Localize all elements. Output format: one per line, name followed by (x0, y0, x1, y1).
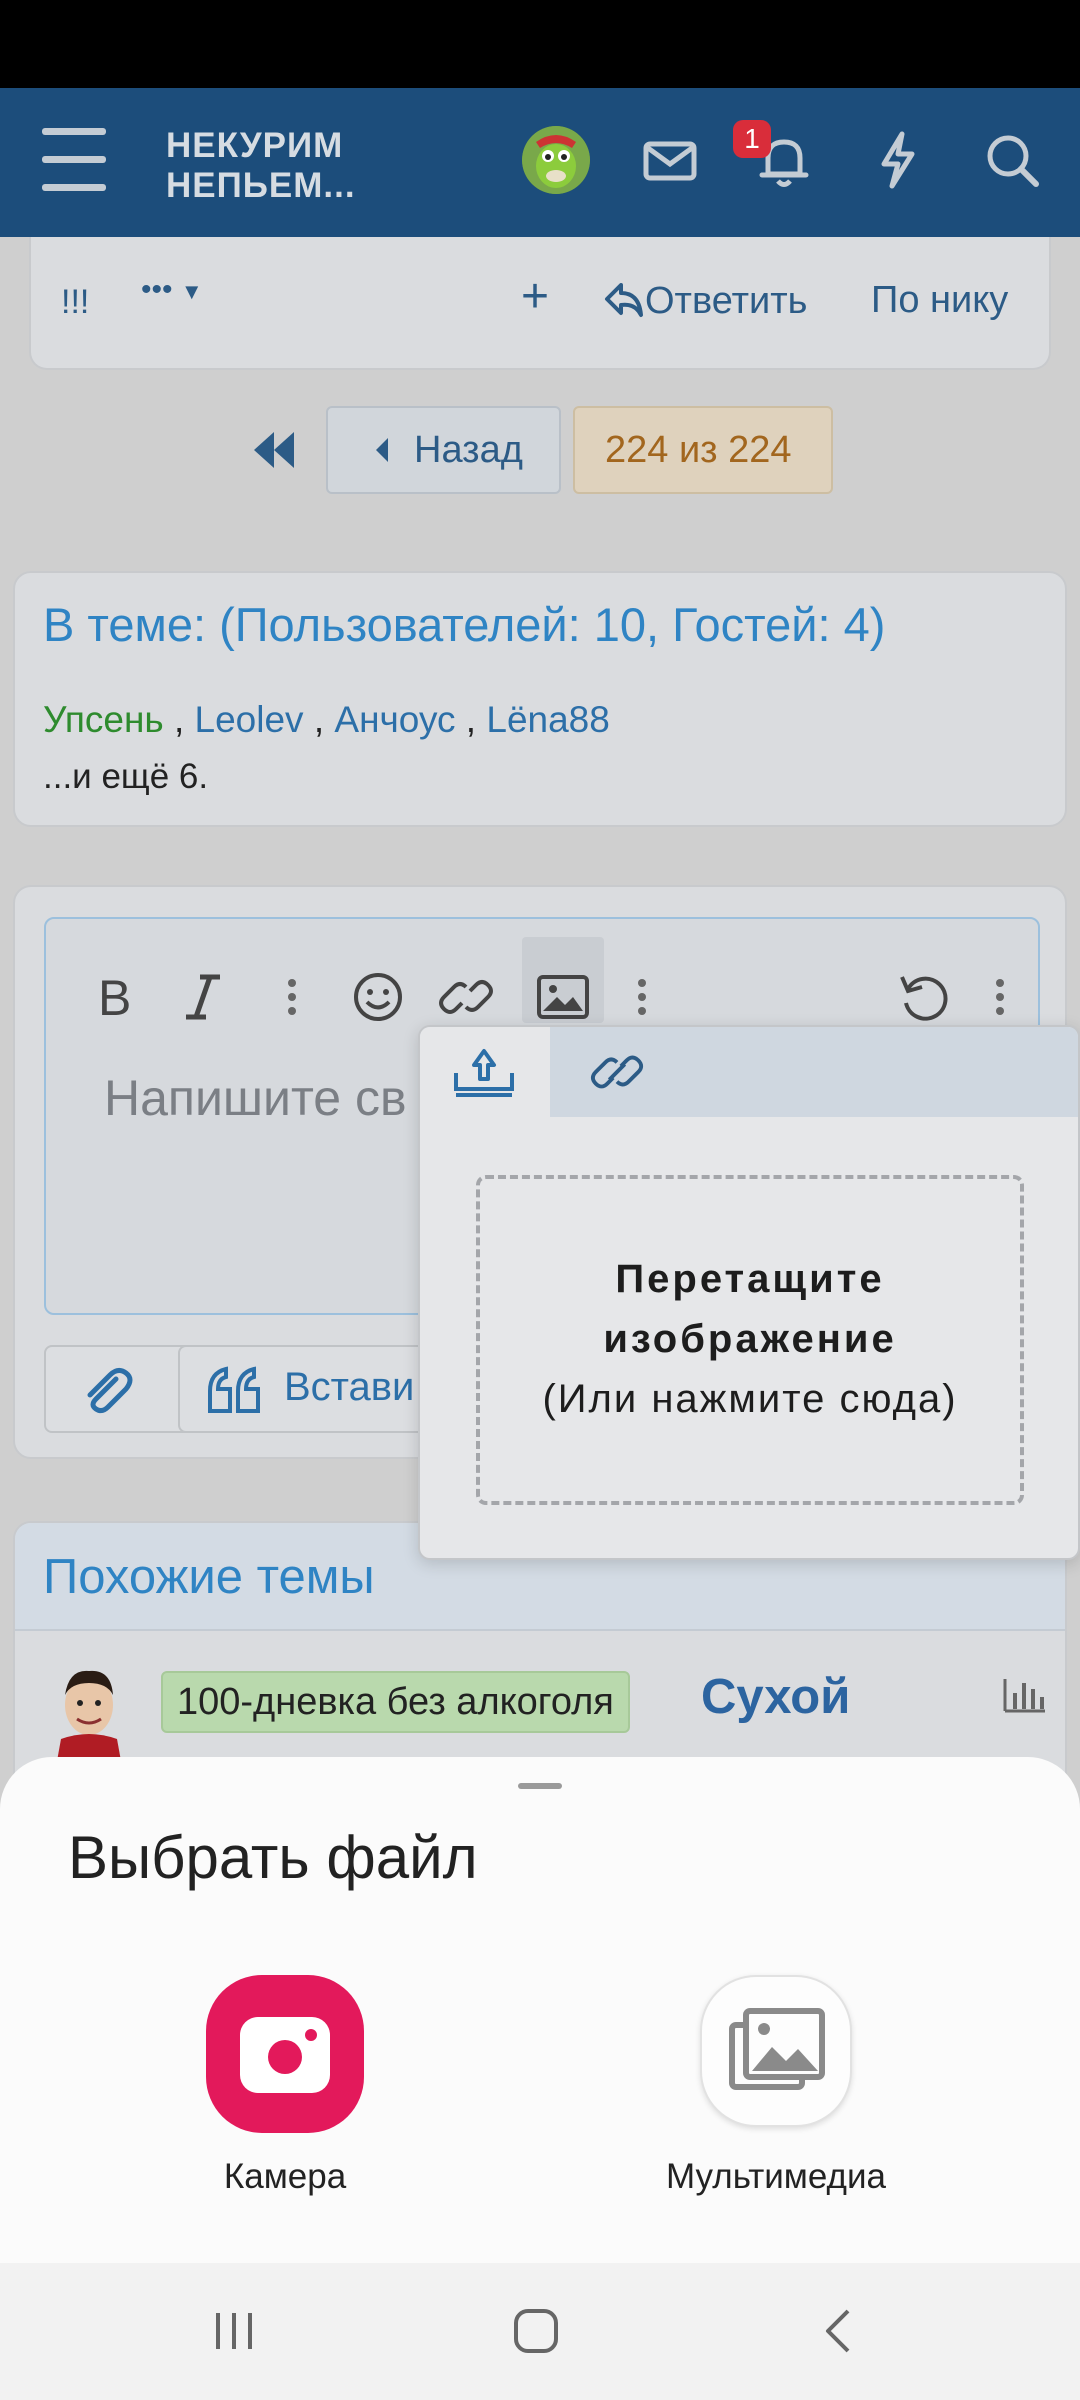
logo-line-1: НЕКУРИМ (166, 126, 344, 165)
prev-page-label: Назад (414, 429, 523, 471)
topic-prefix-tag[interactable]: 100-дневка без алкоголя (161, 1671, 630, 1733)
stats-icon (1003, 1679, 1045, 1713)
chevron-down-icon: ▼ (180, 279, 203, 304)
post-actions-bar: !!! ••• ▼ + Ответить По нику (29, 237, 1051, 370)
gallery-label[interactable]: Мультимедиа (640, 2157, 912, 2197)
caret-left-icon (376, 438, 388, 462)
more-label: ••• (141, 273, 173, 306)
camera-label[interactable]: Камера (185, 2157, 385, 2197)
topic-author-avatar[interactable] (47, 1665, 131, 1761)
separator: , (303, 699, 335, 740)
similar-topics-title: Похожие темы (43, 1550, 375, 1604)
link-icon[interactable] (588, 1043, 646, 1101)
add-button[interactable]: + (521, 269, 549, 324)
more-vertical-icon[interactable] (612, 967, 672, 1027)
logo-line-2: НЕПЬЕМ... (166, 166, 356, 205)
site-logo[interactable]: НЕКУРИМ НЕПЬЕМ... (166, 126, 386, 206)
topic-title[interactable]: Сухой (701, 1669, 850, 1725)
image-drop-zone[interactable]: Перетащите изображение (Или нажмите сюда… (476, 1175, 1024, 1505)
online-user[interactable]: Leolev (195, 699, 304, 740)
online-user[interactable]: Lëna88 (486, 699, 609, 740)
status-bar (0, 0, 1080, 88)
menu-icon[interactable] (40, 128, 110, 194)
lightning-icon[interactable] (866, 128, 930, 192)
home-icon[interactable] (508, 2303, 564, 2359)
page-count[interactable]: 224 из 224 (573, 406, 833, 494)
page-count-label: 224 из 224 (605, 429, 792, 471)
recent-apps-icon[interactable] (206, 2303, 262, 2359)
reply-button[interactable]: Ответить (603, 279, 807, 323)
avatar[interactable] (522, 126, 590, 194)
tab-upload[interactable] (420, 1027, 550, 1117)
insert-quote-label: Встави (284, 1365, 415, 1409)
image-insert-popup: Перетащите изображение (Или нажмите сюда… (418, 1025, 1080, 1560)
site-header: НЕКУРИМ НЕПЬЕМ... 1 (0, 88, 1080, 237)
sheet-drag-handle[interactable] (518, 1783, 562, 1789)
italic-icon[interactable] (174, 967, 234, 1027)
camera-icon[interactable] (206, 1975, 364, 2133)
quote-icon (208, 1366, 260, 1413)
undo-icon[interactable] (894, 967, 954, 1027)
reply-label: Ответить (645, 280, 808, 322)
editor-placeholder[interactable]: Напишите св (104, 1069, 407, 1127)
online-user-list: Упсень , Leolev , Анчоус , Lëna88 (43, 699, 610, 741)
first-page-icon[interactable] (244, 420, 304, 480)
bold-icon[interactable]: B (86, 967, 146, 1027)
online-user[interactable]: Упсень (43, 699, 164, 740)
paperclip-icon (87, 1367, 133, 1414)
notification-badge: 1 (733, 120, 771, 158)
smiley-icon[interactable] (348, 967, 408, 1027)
drop-zone-line-1: Перетащите (615, 1257, 885, 1301)
online-title[interactable]: В теме: (Пользователей: 10, Гостей: 4) (43, 597, 885, 652)
separator: , (455, 699, 487, 740)
back-icon[interactable] (812, 2303, 868, 2359)
upload-icon (454, 1049, 514, 1097)
more-vertical-icon[interactable] (970, 967, 1030, 1027)
drop-zone-line-3: (Или нажмите сюда) (542, 1377, 958, 1421)
separator: , (163, 699, 195, 740)
by-nick-button[interactable]: По нику (871, 279, 1008, 322)
drop-zone-line-2: изображение (603, 1317, 897, 1361)
file-chooser-sheet: Выбрать файл Камера Мультимедиа (0, 1757, 1080, 2263)
search-icon[interactable] (980, 128, 1044, 192)
online-user[interactable]: Анчоус (334, 699, 455, 740)
image-popup-tabs (420, 1027, 1078, 1117)
prev-page-button[interactable]: Назад (326, 406, 561, 494)
gallery-icon[interactable] (700, 1975, 852, 2127)
online-users-card: В теме: (Пользователей: 10, Гостей: 4) У… (13, 571, 1067, 827)
exclaim-button[interactable]: !!! (61, 283, 89, 322)
more-menu-button[interactable]: ••• ▼ (141, 273, 203, 307)
system-nav-bar (0, 2263, 1080, 2400)
mail-icon[interactable] (638, 128, 702, 192)
image-icon[interactable] (533, 967, 593, 1027)
online-more-text: ...и ещё 6. (43, 757, 209, 796)
reply-icon (605, 283, 643, 317)
more-vertical-icon[interactable] (262, 967, 322, 1027)
link-icon[interactable] (436, 967, 496, 1027)
sheet-title: Выбрать файл (68, 1824, 478, 1891)
svg-text:B: B (98, 970, 131, 1026)
